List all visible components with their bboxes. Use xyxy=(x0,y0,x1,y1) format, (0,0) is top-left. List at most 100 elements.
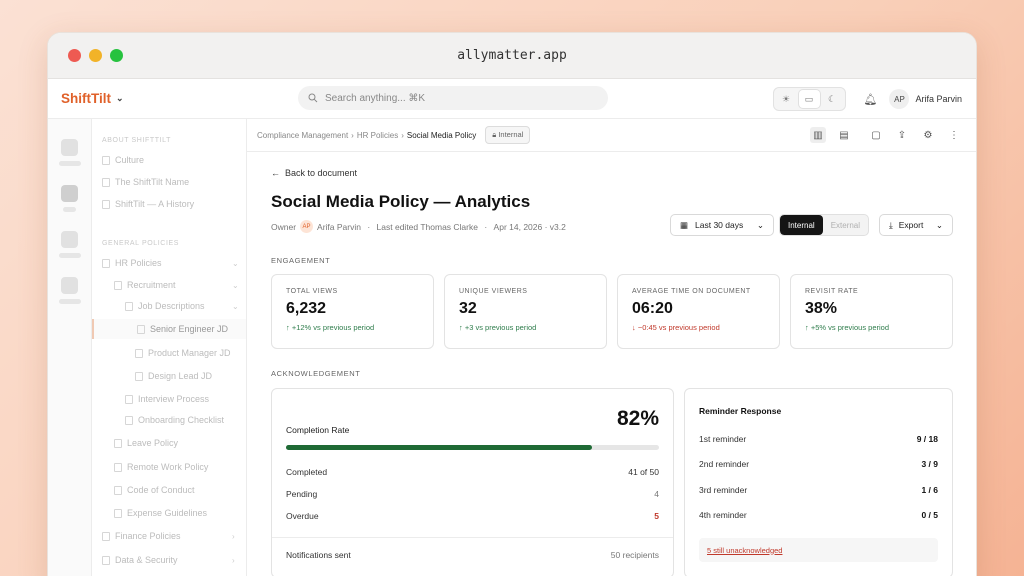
back-link[interactable]: ← Back to document xyxy=(271,168,357,178)
search-input[interactable]: Search anything... ⌘K xyxy=(298,86,608,110)
chevron-right-icon: › xyxy=(351,130,354,140)
sidebar-folder-data-security[interactable]: Data & Security › xyxy=(102,550,242,570)
clipboard-icon[interactable]: ▤ xyxy=(836,127,852,143)
ack-row-notifications: Notifications sent 50 recipients xyxy=(286,550,659,560)
metric-title: UNIQUE VIEWERS xyxy=(459,288,528,295)
search-icon xyxy=(308,93,318,103)
sidebar-item[interactable]: ShiftTilt — A History xyxy=(102,194,194,214)
chevron-down-icon: ⌄ xyxy=(116,93,124,103)
folder-icon xyxy=(102,258,110,268)
export-button[interactable]: ⤓ Export ⌄ xyxy=(879,214,953,236)
completion-progress-fill xyxy=(286,445,592,450)
lock-icon: 🔒︎ xyxy=(492,130,497,139)
row-value: 50 recipients xyxy=(610,550,659,560)
sidebar-item-senior-engineer-jd[interactable]: Senior Engineer JD xyxy=(92,319,246,339)
sidebar-item[interactable]: The ShiftTilt Name xyxy=(102,172,189,192)
metric-value: 38% xyxy=(805,300,838,317)
more-icon[interactable]: ⋮ xyxy=(946,127,962,143)
reminder-row: 1st reminder 9 / 18 xyxy=(699,434,938,444)
back-link-label: Back to document xyxy=(285,168,358,178)
reminder-row: 4th reminder 0 / 5 xyxy=(699,510,938,520)
minimize-window-button[interactable] xyxy=(89,49,102,62)
row-value: 4 xyxy=(654,489,659,499)
sidebar-folder-recruitment[interactable]: Recruitment ⌄ xyxy=(114,275,242,295)
moon-icon[interactable]: ☾ xyxy=(822,90,843,108)
folder-icon xyxy=(102,531,110,541)
sidebar-item[interactable]: Onboarding Checklist xyxy=(125,410,224,430)
metric-card-total-views: TOTAL VIEWS 6,232 ↑ +12% vs previous per… xyxy=(271,274,434,349)
row-label: Overdue xyxy=(286,511,319,521)
user-name[interactable]: Arifa Parvin xyxy=(915,94,962,104)
row-label: Completed xyxy=(286,467,328,477)
metric-title: AVERAGE TIME ON DOCUMENT xyxy=(632,288,751,295)
row-value: 3 / 9 xyxy=(921,459,938,469)
document-icon xyxy=(114,485,122,495)
document-icon xyxy=(102,199,110,209)
document-meta: Owner AP Arifa Parvin · Last edited Thom… xyxy=(271,220,566,233)
row-value: 1 / 6 xyxy=(921,485,938,495)
sidebar-section-about: ABOUT SHIFTTILT xyxy=(102,137,172,144)
document-icon xyxy=(114,462,122,472)
arrow-left-icon: ← xyxy=(271,168,280,178)
rail-item-1[interactable] xyxy=(61,139,78,156)
divider xyxy=(272,537,673,538)
sidebar-item[interactable]: Expense Guidelines xyxy=(114,503,207,523)
unacknowledged-link[interactable]: 5 still unacknowledged xyxy=(699,538,938,562)
metric-value: 06:20 xyxy=(632,300,673,317)
rail-item-2[interactable] xyxy=(61,185,78,202)
brand-logo: ShiftTilt xyxy=(61,91,111,106)
sidebar-folder-job-descriptions[interactable]: Job Descriptions ⌄ xyxy=(125,296,242,316)
sidebar-item[interactable]: Product Manager JD xyxy=(135,343,231,363)
breadcrumb: Compliance Management › HR Policies › So… xyxy=(247,119,976,152)
close-window-button[interactable] xyxy=(68,49,81,62)
sidebar-item-label: Senior Engineer JD xyxy=(150,324,229,334)
sidebar-folder-hr-policies[interactable]: HR Policies ⌄ xyxy=(102,253,242,273)
browser-window: allymatter.app ShiftTilt ⌄ Search anythi… xyxy=(47,32,977,576)
document-icon xyxy=(114,508,122,518)
row-value: 0 / 5 xyxy=(921,510,938,520)
sidebar-item[interactable]: Design Lead JD xyxy=(135,366,212,386)
sidebar-item[interactable]: Remote Work Policy xyxy=(114,457,208,477)
sidebar-item[interactable]: Leave Policy xyxy=(114,433,178,453)
tab-internal[interactable]: Internal xyxy=(780,215,823,235)
date-range-select[interactable]: ▦ Last 30 days ⌄ xyxy=(670,214,774,236)
owner-name: Arifa Parvin xyxy=(317,221,361,232)
tab-external[interactable]: External xyxy=(823,215,868,235)
sidebar-item-label: Remote Work Policy xyxy=(127,462,209,472)
share-icon[interactable]: ⇪ xyxy=(894,127,910,143)
document-icon xyxy=(114,438,122,448)
user-avatar[interactable]: AP xyxy=(889,89,910,109)
gear-icon[interactable]: ⚙ xyxy=(920,127,936,143)
maximize-window-button[interactable] xyxy=(110,49,123,62)
rail-item-4[interactable] xyxy=(61,277,78,294)
rail-label-2 xyxy=(63,207,76,212)
rail-item-3[interactable] xyxy=(61,231,78,248)
sidebar-item[interactable]: Culture xyxy=(102,150,144,170)
analytics-icon[interactable]: ▥ xyxy=(810,127,826,143)
bell-icon[interactable]: 🔔︎ xyxy=(864,93,878,106)
workspace-switcher[interactable]: ShiftTilt ⌄ xyxy=(61,91,124,106)
completion-value: 82% xyxy=(616,407,659,430)
breadcrumb-item[interactable]: HR Policies xyxy=(357,131,398,140)
rail-label-1 xyxy=(59,161,81,166)
rail-label-3 xyxy=(59,253,81,258)
date-range-value: Last 30 days xyxy=(695,220,744,230)
owner-label: Owner xyxy=(271,221,297,232)
breadcrumb-item[interactable]: Compliance Management xyxy=(257,131,348,140)
chevron-down-icon: ⌄ xyxy=(232,280,239,290)
sun-icon[interactable]: ☀ xyxy=(776,90,797,108)
document-icon xyxy=(125,415,133,425)
reminder-row: 3rd reminder 1 / 6 xyxy=(699,485,938,495)
reminder-title: Reminder Response xyxy=(699,406,782,416)
sidebar-item-label: Product Manager JD xyxy=(148,348,231,358)
reminder-response-card: Reminder Response 1st reminder 9 / 18 2nd… xyxy=(684,388,953,576)
sidebar-item[interactable]: Code of Conduct xyxy=(114,480,195,500)
sidebar: ABOUT SHIFTTILT Culture The ShiftTilt Na… xyxy=(92,119,247,576)
date-version: Apr 14, 2026 · v3.2 xyxy=(493,221,566,232)
calendar-icon: ▦ xyxy=(680,219,689,230)
acknowledgement-card: Completion Rate 82% Completed 41 of 50 Pe… xyxy=(271,388,674,576)
sidebar-folder-finance-policies[interactable]: Finance Policies › xyxy=(102,526,242,546)
monitor-icon[interactable]: ▭ xyxy=(798,90,820,108)
sidebar-item[interactable]: Interview Process xyxy=(125,389,209,409)
comment-icon[interactable]: ▢ xyxy=(868,127,884,143)
